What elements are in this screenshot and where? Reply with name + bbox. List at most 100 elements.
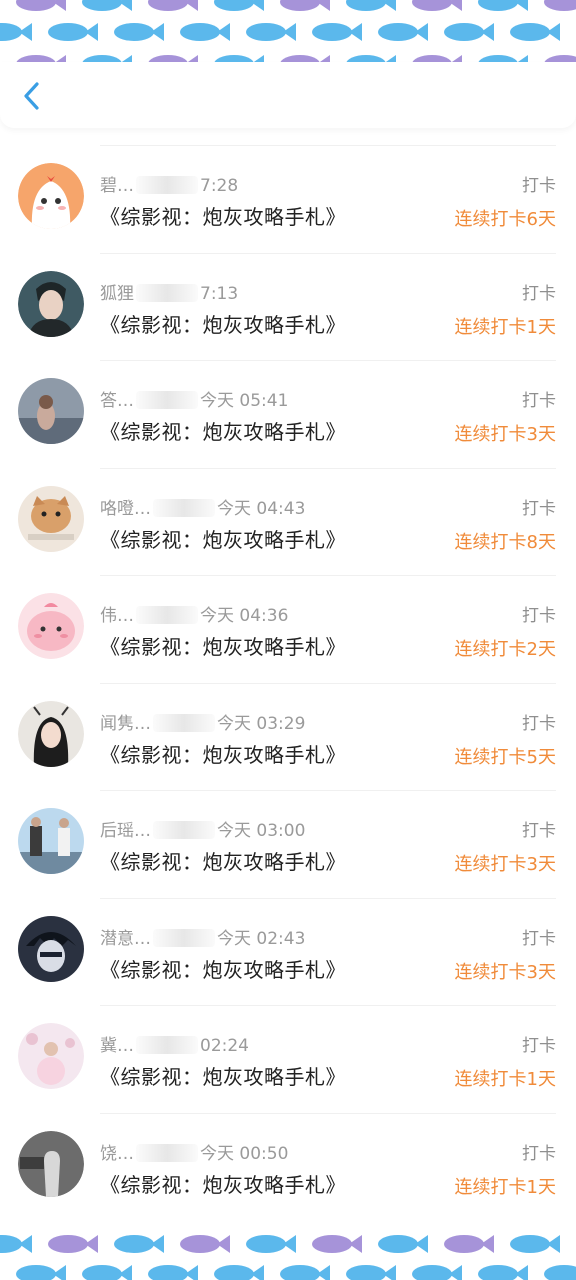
list-item[interactable]: 伟… 今天 04:36 打卡 《综影视：炮灰攻略手札》 连续打卡2天 xyxy=(0,575,576,683)
fish-shape xyxy=(378,1235,418,1253)
user-name: 伟… xyxy=(100,606,134,626)
blurred-name xyxy=(136,391,198,409)
book-title[interactable]: 《综影视：炮灰攻略手札》 xyxy=(100,201,346,230)
fish-tail xyxy=(217,1235,230,1253)
fish-tail xyxy=(415,23,428,41)
divider xyxy=(100,252,556,254)
fish-shape xyxy=(114,23,154,41)
fish-shape xyxy=(412,1265,452,1280)
fish-shape xyxy=(412,0,452,11)
avatar[interactable] xyxy=(18,808,84,874)
list-item[interactable]: 潜意… 今天 02:43 打卡 《综影视：炮灰攻略手札》 连续打卡3天 xyxy=(0,897,576,1006)
list-item[interactable]: 答… 今天 05:41 打卡 《综影视：炮灰攻略手札》 连续打卡3天 xyxy=(0,360,576,468)
user-name: 后瑶… xyxy=(100,821,151,841)
book-title[interactable]: 《综影视：炮灰攻略手札》 xyxy=(100,309,346,338)
checkin-time: 7:28 xyxy=(200,176,239,196)
blurred-name xyxy=(136,606,198,624)
list-item[interactable]: 狐狸 7:13 打卡 《综影视：炮灰攻略手札》 连续打卡1天 xyxy=(0,252,576,361)
fish-tail xyxy=(217,23,230,41)
book-title[interactable]: 《综影视：炮灰攻略手札》 xyxy=(100,846,346,875)
list-item[interactable]: 冀… 02:24 打卡 《综影视：炮灰攻略手札》 连续打卡1天 xyxy=(0,1005,576,1113)
action-label: 打卡 xyxy=(522,176,556,196)
fish-tail xyxy=(283,1235,296,1253)
blurred-name xyxy=(153,713,215,732)
streak-label: 连续打卡1天 xyxy=(454,1176,556,1198)
fish-shape xyxy=(214,0,254,11)
avatar[interactable] xyxy=(18,1023,84,1089)
action-label: 打卡 xyxy=(522,713,556,734)
streak-label: 连续打卡8天 xyxy=(454,531,556,553)
user-name: 冀… xyxy=(100,1036,134,1056)
book-title[interactable]: 《综影视：炮灰攻略手札》 xyxy=(100,1061,346,1090)
avatar[interactable] xyxy=(18,700,84,767)
back-button[interactable] xyxy=(12,76,52,116)
fish-tail xyxy=(283,23,296,41)
fish-shape xyxy=(544,1265,576,1280)
streak-label: 连续打卡1天 xyxy=(454,1069,556,1090)
fish-shape xyxy=(544,0,576,11)
book-title[interactable]: 《综影视：炮灰攻略手札》 xyxy=(100,1169,346,1198)
divider xyxy=(100,682,556,684)
user-name: 潜意… xyxy=(100,928,151,949)
avatar[interactable] xyxy=(18,270,84,337)
blurred-name xyxy=(153,821,215,839)
fish-tail xyxy=(251,0,264,11)
checkin-time: 今天 03:00 xyxy=(217,821,306,841)
fish-tail xyxy=(515,0,528,11)
divider xyxy=(100,360,556,361)
action-label: 打卡 xyxy=(522,606,556,626)
fish-tail xyxy=(19,23,32,41)
book-title[interactable]: 《综影视：炮灰攻略手札》 xyxy=(100,954,346,983)
list-item[interactable]: 后瑶… 今天 03:00 打卡 《综影视：炮灰攻略手札》 连续打卡3天 xyxy=(0,790,576,898)
divider xyxy=(100,575,556,576)
fish-tail xyxy=(481,23,494,41)
book-title[interactable]: 《综影视：炮灰攻略手札》 xyxy=(100,739,346,768)
list-item[interactable]: 饶… 今天 00:50 打卡 《综影视：炮灰攻略手札》 连续打卡1天 xyxy=(0,1112,576,1221)
fish-tail xyxy=(185,0,198,11)
checkin-list: 碧… 7:28 打卡 《综影视：炮灰攻略手札》 连续打卡6天 狐狸 7:13 打卡 … xyxy=(0,145,576,1220)
fish-shape xyxy=(0,23,22,41)
avatar[interactable] xyxy=(18,378,84,444)
avatar[interactable] xyxy=(18,593,84,659)
streak-label: 连续打卡3天 xyxy=(454,961,556,983)
fish-tail xyxy=(547,23,560,41)
avatar[interactable] xyxy=(18,915,84,982)
fish-tail xyxy=(481,1235,494,1253)
list-item[interactable]: 碧… 7:28 打卡 《综影视：炮灰攻略手札》 连续打卡6天 xyxy=(0,145,576,253)
divider xyxy=(100,897,556,899)
fish-tail xyxy=(85,23,98,41)
fish-tail xyxy=(53,0,66,11)
fish-tail xyxy=(317,0,330,11)
fish-shape xyxy=(214,1265,254,1280)
divider xyxy=(100,1005,556,1006)
fish-tail xyxy=(85,1235,98,1253)
fish-shape xyxy=(180,1235,220,1253)
avatar[interactable] xyxy=(18,1130,84,1197)
avatar[interactable] xyxy=(18,163,84,229)
action-label: 打卡 xyxy=(522,498,556,519)
fish-shape xyxy=(82,1265,122,1280)
user-name: 答… xyxy=(100,391,134,411)
book-title[interactable]: 《综影视：炮灰攻略手札》 xyxy=(100,524,346,553)
blurred-name xyxy=(136,283,198,302)
blurred-name xyxy=(153,498,215,517)
book-title[interactable]: 《综影视：炮灰攻略手札》 xyxy=(100,631,346,660)
fish-shape xyxy=(346,1265,386,1280)
action-label: 打卡 xyxy=(522,1143,556,1164)
user-name: 狐狸 xyxy=(100,283,134,304)
fish-tail xyxy=(19,1235,32,1253)
list-item[interactable]: 咯噔… 今天 04:43 打卡 《综影视：炮灰攻略手札》 连续打卡8天 xyxy=(0,467,576,576)
user-name: 饶… xyxy=(100,1143,134,1164)
fish-shape xyxy=(478,0,518,11)
fish-shape xyxy=(378,23,418,41)
fish-shape xyxy=(510,23,550,41)
fish-shape xyxy=(16,1265,56,1280)
fish-shape xyxy=(312,23,352,41)
avatar[interactable] xyxy=(18,485,84,552)
fish-shape xyxy=(114,1235,154,1253)
book-title[interactable]: 《综影视：炮灰攻略手札》 xyxy=(100,416,346,445)
list-item[interactable]: 闻隽… 今天 03:29 打卡 《综影视：炮灰攻略手札》 连续打卡5天 xyxy=(0,682,576,791)
fish-tail xyxy=(349,1235,362,1253)
divider xyxy=(100,790,556,791)
checkin-time: 02:24 xyxy=(200,1036,249,1056)
